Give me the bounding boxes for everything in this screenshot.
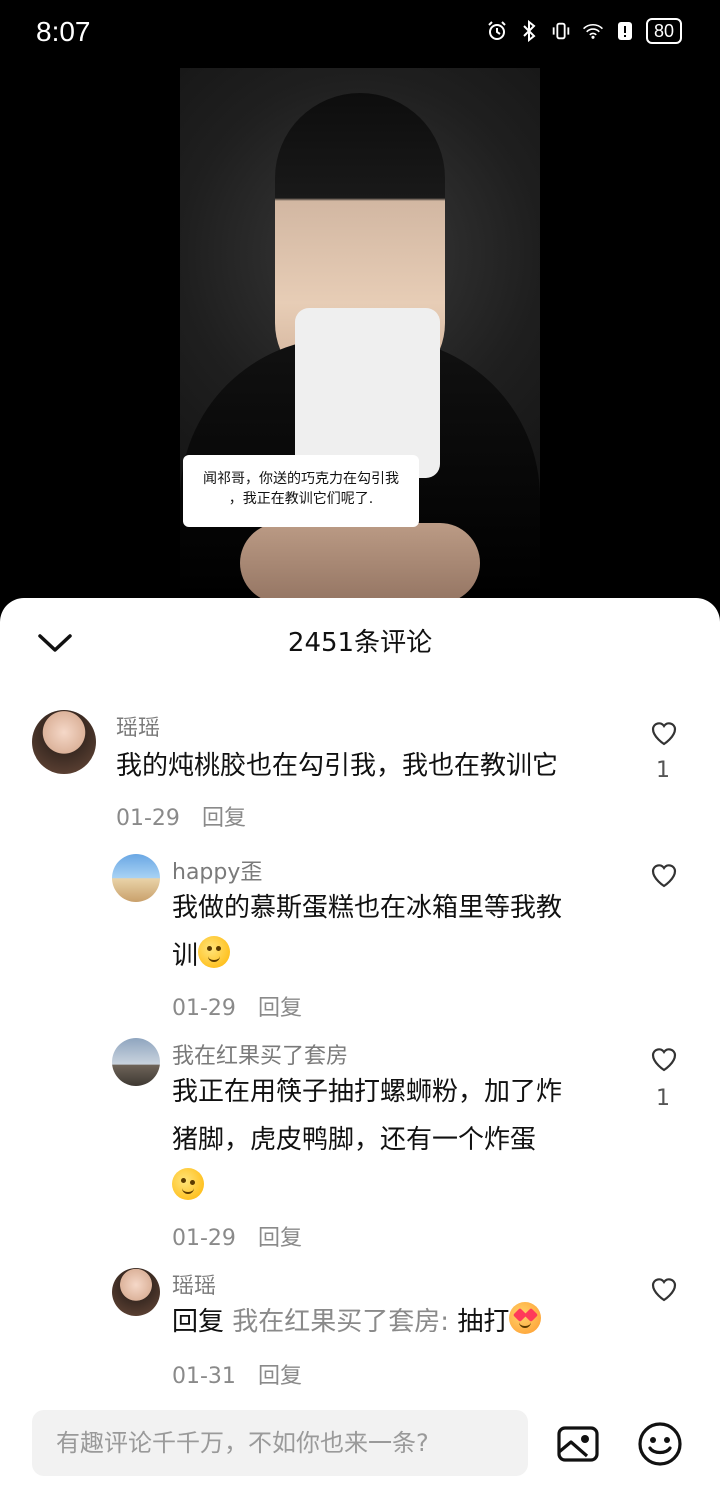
comment-text-line-3 [172,1164,612,1212]
video-subject-shirt [295,308,440,478]
comment-meta: 01-29 回复 [172,990,302,1022]
status-bar: 8:07 80 [0,0,720,68]
comment-text-body: 抽打 [457,1307,510,1337]
alert-icon [614,20,636,42]
bluetooth-icon [518,20,540,42]
comment-input[interactable]: 有趣评论千千万，不如你也来一条? [32,1410,528,1476]
smile-icon[interactable] [636,1420,684,1468]
comment-author[interactable]: 我在红果买了套房 [172,1038,348,1070]
alarm-icon [486,20,508,42]
heart-outline-icon[interactable] [648,716,680,748]
heart-eyes-emoji-icon [509,1302,542,1334]
comments-header: 2451条评论 [0,598,720,680]
avatar[interactable] [32,710,96,774]
reply-button[interactable]: 回复 [258,1226,302,1251]
heart-outline-icon[interactable] [648,858,680,890]
comment-meta: 01-29 回复 [116,800,246,832]
comment-author[interactable]: happy歪 [172,854,262,886]
comment-text-line-2: 猪脚，虎皮鸭脚，还有一个炸蛋 [172,1125,537,1155]
like-count: 1 [656,758,670,783]
comments-count-title: 2451条评论 [287,628,433,658]
comment-meta: 01-31 回复 [172,1358,302,1390]
video-subject-hands [240,523,480,598]
comment-author[interactable]: 瑶瑶 [116,710,160,742]
comment-text-line-2: 训 [172,932,612,980]
avatar[interactable] [112,854,160,902]
comment-date: 01-31 [172,1364,236,1389]
caption-line-1: 闻祁哥，你送的巧克力在勾引我 [203,471,399,487]
video-caption: 闻祁哥，你送的巧克力在勾引我 ，我正在教训它们呢了. [183,455,419,527]
caption-line-2: ，我正在教训它们呢了. [228,491,374,507]
comment-text-line-1: 我正在用筷子抽打螺蛳粉，加了炸 [172,1077,563,1107]
heart-outline-icon[interactable] [648,1042,680,1074]
comment-text-line-1: 我做的慕斯蛋糕也在冰箱里等我教 [172,893,563,923]
reply-button[interactable]: 回复 [258,996,302,1021]
status-icons: 80 [486,18,682,44]
comment-author[interactable]: 瑶瑶 [172,1268,216,1300]
emoji-icon [198,936,231,968]
comment-date: 01-29 [172,1226,236,1251]
comment-date: 01-29 [116,806,180,831]
comment-text: 我的炖桃胶也在勾引我，我也在教训它 [116,751,559,781]
comment-meta: 01-29 回复 [172,1220,302,1252]
reply-to-user[interactable]: 我在红果买了套房: [232,1307,449,1337]
reply-button[interactable]: 回复 [258,1364,302,1389]
comment-text: 回复 我在红果买了套房: 抽打 [172,1298,612,1346]
wifi-icon [582,20,604,42]
reply-button[interactable]: 回复 [202,806,246,831]
comment-date: 01-29 [172,996,236,1021]
comment-text-line-2-text: 训 [172,941,199,971]
vibrate-icon [550,20,572,42]
status-time: 8:07 [36,16,91,47]
battery-indicator: 80 [645,18,682,44]
comment-input-bar: 有趣评论千千万，不如你也来一条? [0,1410,720,1496]
heart-outline-icon[interactable] [648,1272,680,1304]
like-count: 1 [656,1086,670,1111]
image-icon[interactable] [556,1424,600,1464]
avatar[interactable] [112,1268,160,1316]
avatar[interactable] [112,1038,160,1086]
comment-text: 我做的慕斯蛋糕也在冰箱里等我教 训 [172,884,612,980]
comments-sheet: 2451条评论 瑶瑶 我的炖桃胶也在勾引我，我也在教训它 01-29 回复 1 h… [0,598,720,1496]
comment-text: 我正在用筷子抽打螺蛳粉，加了炸 猪脚，虎皮鸭脚，还有一个炸蛋 [172,1068,612,1212]
reply-prefix: 回复 [172,1307,225,1337]
emoji-icon [172,1168,204,1200]
